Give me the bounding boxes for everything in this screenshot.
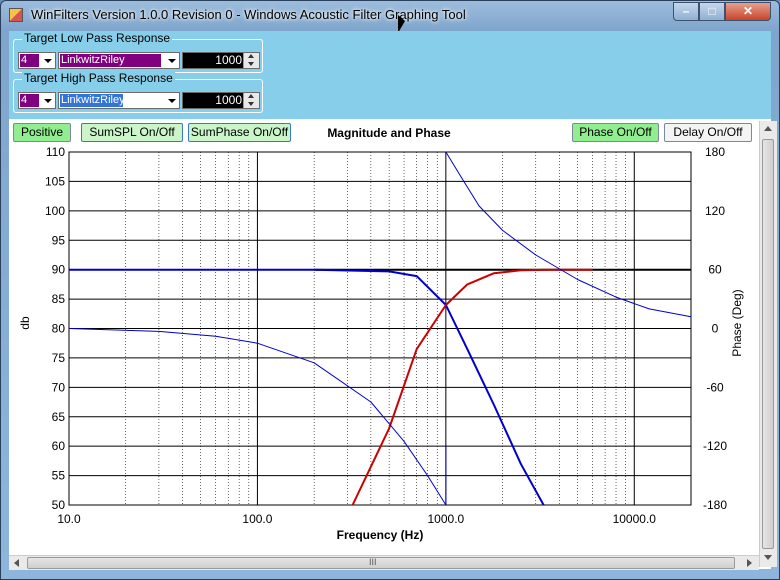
y2-tick-label: 60 [708,263,722,277]
title-bar[interactable]: WinFilters Version 1.0.0 Revision 0 - Wi… [1,1,779,33]
close-button[interactable]: ✕ [725,2,771,21]
high-pass-frequency-input[interactable]: 1000 [182,92,260,109]
graph-panel: Positive SumSPL On/Off SumPhase On/Off M… [9,119,777,569]
scroll-down-icon[interactable] [764,555,772,560]
y2-tick-label: 120 [705,204,725,218]
scroll-grip: III [369,557,377,567]
low-pass-order-select[interactable]: 4 [18,52,56,69]
low-pass-group: Target Low Pass Response 4 LinkwitzRiley… [13,31,263,73]
x-tick-label: 10000.0 [613,512,657,526]
y-tick-label: 90 [52,263,66,277]
low-pass-frequency-input[interactable]: 1000 [182,52,260,69]
y-tick-label: 80 [52,322,66,336]
delay-toggle-button[interactable]: Delay On/Off [664,123,752,142]
high-pass-group-title: Target High Pass Response [22,71,175,85]
y-tick-label: 75 [52,351,66,365]
scroll-left-icon[interactable] [14,559,19,567]
y2-tick-label: 180 [705,147,725,159]
frequency-spinner-icon[interactable] [243,93,259,108]
y2-tick-label: -120 [703,439,727,453]
y-axis-label: db [18,316,32,330]
high-pass-group: Target High Pass Response 4 LinkwitzRile… [13,71,263,113]
sum-spl-toggle-button[interactable]: SumSPL On/Off [81,123,183,142]
client-area: Target Low Pass Response 4 LinkwitzRiley… [9,31,777,570]
low-pass-type-select[interactable]: LinkwitzRiley [58,52,180,69]
high-pass-frequency-value: 1000 [215,93,242,107]
sum-phase-toggle-button[interactable]: SumPhase On/Off [188,123,291,142]
x-tick-label: 10.0 [57,512,81,526]
maximize-button[interactable]: □ [699,2,725,21]
y-tick-label: 70 [52,380,66,394]
horizontal-scroll-thumb[interactable] [27,557,735,569]
y-tick-label: 85 [52,292,66,306]
app-window: WinFilters Version 1.0.0 Revision 0 - Wi… [0,0,780,580]
high-pass-type-value: LinkwitzRiley [60,94,125,107]
low-pass-frequency-value: 1000 [215,53,242,67]
y-tick-label: 100 [45,204,65,218]
y-tick-label: 60 [52,439,66,453]
y2-tick-label: -60 [706,380,724,394]
chevron-down-icon[interactable] [164,53,179,68]
app-icon[interactable] [9,8,23,22]
y2-tick-label: -180 [703,498,727,512]
vertical-scrollbar[interactable] [759,121,777,567]
y-tick-label: 110 [46,147,65,159]
low-pass-order-value: 4 [20,54,39,67]
high-pass-order-value: 4 [20,94,39,107]
x-tick-label: 100.0 [242,512,272,526]
y-tick-label: 50 [52,498,66,512]
frequency-spinner-icon[interactable] [243,53,259,68]
chevron-down-icon[interactable] [40,53,55,68]
y2-tick-label: 0 [712,322,719,336]
y-tick-label: 65 [52,410,66,424]
magnitude-phase-chart: 10.0 100.0 1000.0 10000.0 50 55 60 65 70 75 80 85 90… [18,147,744,542]
phase-toggle-button[interactable]: Phase On/Off [572,123,659,142]
y-tick-label: 55 [52,469,66,483]
high-pass-type-select[interactable]: LinkwitzRiley [58,92,180,109]
y-tick-label: 105 [45,174,65,188]
low-pass-type-value: LinkwitzRiley [60,54,161,67]
high-pass-order-select[interactable]: 4 [18,92,56,109]
chart-title: Magnitude and Phase [327,126,451,140]
horizontal-scrollbar[interactable]: III [9,555,759,570]
minimize-button[interactable]: – [673,2,699,21]
low-pass-group-title: Target Low Pass Response [22,31,173,45]
y2-axis-label: Phase (Deg) [730,289,744,356]
x-tick-label: 1000.0 [428,512,465,526]
x-axis-label: Frequency (Hz) [337,528,424,542]
y-tick-label: 95 [52,233,66,247]
chevron-down-icon[interactable] [164,93,179,108]
chevron-down-icon[interactable] [40,93,55,108]
chart-grid [68,151,692,506]
positive-button[interactable]: Positive [13,123,71,142]
scroll-up-icon[interactable] [764,126,772,131]
scroll-right-icon[interactable] [747,559,752,567]
vertical-scroll-thumb[interactable] [762,139,774,549]
